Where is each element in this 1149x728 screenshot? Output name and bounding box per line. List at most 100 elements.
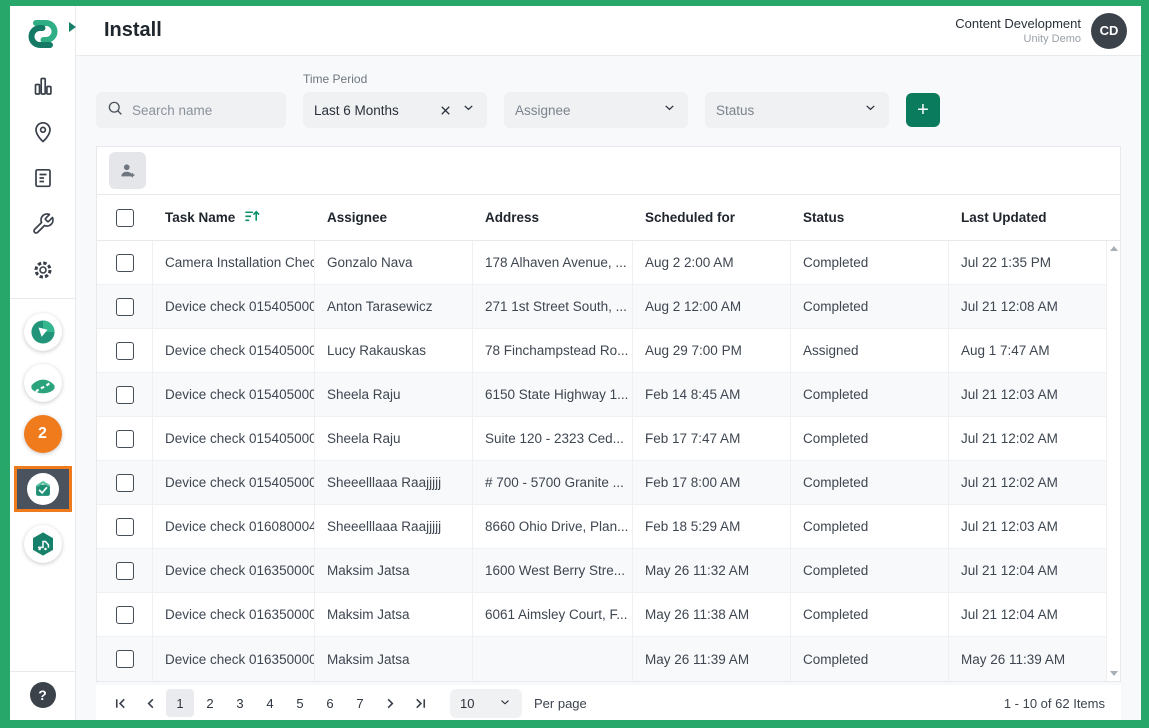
page-button-4[interactable]: 4 xyxy=(256,689,284,717)
assign-user-button[interactable] xyxy=(109,152,146,189)
column-header-address[interactable]: Address xyxy=(473,210,633,225)
sidebar-expand-icon[interactable] xyxy=(69,22,76,32)
task-name-cell: Device check 016080004 xyxy=(153,505,315,548)
row-checkbox[interactable] xyxy=(116,386,134,404)
row-checkbox[interactable] xyxy=(116,606,134,624)
app-road-icon[interactable] xyxy=(24,364,62,402)
table-row[interactable]: Device check 01540500021 Sheela Raju 615… xyxy=(97,373,1106,417)
app-swirl-icon[interactable] xyxy=(24,313,62,351)
table-scrollbar[interactable] xyxy=(1106,241,1120,681)
table-row[interactable]: Device check 016350000 Maksim Jatsa 6061… xyxy=(97,593,1106,637)
task-table-card: Task Name Assignee Address Scheduled for… xyxy=(96,146,1121,682)
scroll-down-icon[interactable] xyxy=(1110,671,1118,676)
address-cell: Suite 120 - 2323 Ced... xyxy=(473,417,633,460)
page-button-1[interactable]: 1 xyxy=(166,689,194,717)
scroll-up-icon[interactable] xyxy=(1110,246,1118,251)
search-placeholder: Search name xyxy=(132,103,212,118)
page-button-7[interactable]: 7 xyxy=(346,689,374,717)
column-header-scheduled-for[interactable]: Scheduled for xyxy=(633,210,791,225)
page-button-2[interactable]: 2 xyxy=(196,689,224,717)
scheduled-cell: May 26 11:38 AM xyxy=(633,593,791,636)
assignee-cell: Maksim Jatsa xyxy=(315,549,473,592)
top-header-bar: Install Content Development Unity Demo C… xyxy=(76,6,1141,56)
time-period-select[interactable]: Last 6 Months xyxy=(303,92,487,128)
task-name-cell: Device check 01540500021 xyxy=(153,417,315,460)
search-icon xyxy=(106,99,124,122)
app-notification-badge[interactable]: 2 xyxy=(24,415,62,453)
row-checkbox[interactable] xyxy=(116,562,134,580)
page-button-3[interactable]: 3 xyxy=(226,689,254,717)
next-page-button[interactable] xyxy=(376,689,404,717)
address-cell: 6061 Aimsley Court, F... xyxy=(473,593,633,636)
assignee-cell: Maksim Jatsa xyxy=(315,593,473,636)
table-row[interactable]: Device check 016080004 Sheeelllaaa Raajj… xyxy=(97,505,1106,549)
avatar[interactable]: CD xyxy=(1091,13,1127,49)
per-page-chevron-down-icon xyxy=(498,695,512,712)
table-row[interactable]: Device check 01540500021 Sheeelllaaa Raa… xyxy=(97,461,1106,505)
assignee-group: Assignee xyxy=(504,92,688,128)
wrench-icon[interactable] xyxy=(31,212,55,236)
time-period-group: Time Period Last 6 Months xyxy=(303,72,487,128)
status-group: Status xyxy=(705,92,889,128)
last-page-button[interactable] xyxy=(406,689,434,717)
scheduled-cell: Feb 17 8:00 AM xyxy=(633,461,791,504)
column-header-task-name[interactable]: Task Name xyxy=(153,208,315,228)
form-document-icon[interactable] xyxy=(31,166,55,190)
assignee-chevron-down-icon[interactable] xyxy=(662,100,677,120)
column-header-status[interactable]: Status xyxy=(791,210,949,225)
address-cell: 178 Alhaven Avenue, ... xyxy=(473,241,633,284)
sidebar: 2 xyxy=(10,6,76,720)
column-header-last-updated[interactable]: Last Updated xyxy=(949,210,1106,225)
add-task-button[interactable]: + xyxy=(906,93,940,127)
row-checkbox[interactable] xyxy=(116,518,134,536)
status-cell: Completed xyxy=(791,549,949,592)
time-period-chevron-down-icon[interactable] xyxy=(461,100,476,120)
app-warehouse-icon[interactable] xyxy=(24,525,62,563)
page-button-6[interactable]: 6 xyxy=(316,689,344,717)
row-checkbox[interactable] xyxy=(116,298,134,316)
assignee-cell: Sheela Raju xyxy=(315,373,473,416)
app-install-check-icon xyxy=(27,473,59,505)
last-updated-cell: Jul 21 12:03 AM xyxy=(949,505,1106,548)
previous-page-button[interactable] xyxy=(136,689,164,717)
row-checkbox[interactable] xyxy=(116,430,134,448)
address-cell: # 700 - 5700 Granite ... xyxy=(473,461,633,504)
help-button[interactable]: ? xyxy=(30,682,56,708)
table-row[interactable]: Device check 016350000 Maksim Jatsa May … xyxy=(97,637,1106,681)
select-all-checkbox[interactable] xyxy=(116,209,134,227)
page-button-5[interactable]: 5 xyxy=(286,689,314,717)
address-cell: 271 1st Street South, ... xyxy=(473,285,633,328)
status-cell: Assigned xyxy=(791,329,949,372)
row-checkbox[interactable] xyxy=(116,650,134,668)
sidebar-bottom: ? xyxy=(10,671,75,720)
address-cell xyxy=(473,637,633,681)
sidebar-apps: 2 xyxy=(14,313,72,563)
table-row[interactable]: Device check 016350000 Maksim Jatsa 1600… xyxy=(97,549,1106,593)
status-select[interactable]: Status xyxy=(705,92,889,128)
task-name-cell: Device check 01540500021 xyxy=(153,461,315,504)
task-name-cell: Camera Installation Check xyxy=(153,241,315,284)
table-row[interactable]: Camera Installation Check Gonzalo Nava 1… xyxy=(97,241,1106,285)
task-name-cell: Device check 01540500020 xyxy=(153,285,315,328)
table-row[interactable]: Device check 01540500021 Sheela Raju Sui… xyxy=(97,417,1106,461)
first-page-button[interactable] xyxy=(106,689,134,717)
column-header-assignee[interactable]: Assignee xyxy=(315,210,473,225)
location-pin-icon[interactable] xyxy=(31,120,55,144)
row-checkbox[interactable] xyxy=(116,474,134,492)
table-row[interactable]: Device check 01540500020 Lucy Rakauskas … xyxy=(97,329,1106,373)
assignee-select[interactable]: Assignee xyxy=(504,92,688,128)
assignee-placeholder: Assignee xyxy=(515,103,654,118)
analytics-bar-chart-icon[interactable] xyxy=(31,74,55,98)
status-chevron-down-icon[interactable] xyxy=(863,100,878,120)
per-page-select[interactable]: 10 xyxy=(450,689,522,718)
search-input[interactable]: Search name xyxy=(96,92,286,128)
row-checkbox[interactable] xyxy=(116,342,134,360)
last-updated-cell: Jul 21 12:03 AM xyxy=(949,373,1106,416)
app-install-check-selected[interactable] xyxy=(14,466,72,512)
time-period-clear-icon[interactable] xyxy=(438,103,453,118)
sort-ascending-icon[interactable] xyxy=(243,208,260,228)
app-logo-icon[interactable] xyxy=(23,14,63,54)
row-checkbox[interactable] xyxy=(116,254,134,272)
table-row[interactable]: Device check 01540500020 Anton Tarasewic… xyxy=(97,285,1106,329)
gear-icon[interactable] xyxy=(31,258,55,282)
